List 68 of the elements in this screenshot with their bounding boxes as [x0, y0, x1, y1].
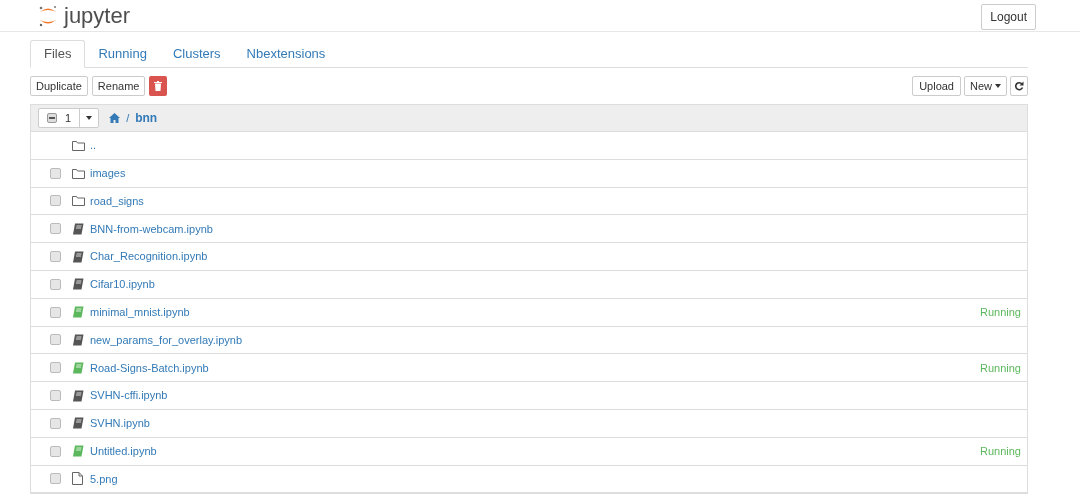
- file-row[interactable]: Cifar10.ipynb: [31, 271, 1027, 299]
- file-row[interactable]: road_signs: [31, 187, 1027, 216]
- checkbox[interactable]: [50, 251, 61, 263]
- tab[interactable]: Clusters: [159, 40, 234, 68]
- checkbox[interactable]: [50, 473, 61, 485]
- refresh-icon: [1014, 81, 1024, 91]
- breadcrumb-link[interactable]: bnn: [135, 109, 158, 127]
- checkbox[interactable]: [50, 195, 61, 207]
- file-row[interactable]: 5.png: [31, 465, 1027, 494]
- checkbox[interactable]: [50, 362, 61, 374]
- file-row[interactable]: minimal_mnist.ipynb Running: [31, 298, 1027, 327]
- running-status: Running: [980, 443, 1021, 459]
- checkbox[interactable]: [50, 390, 61, 402]
- file-icon: [72, 472, 83, 486]
- checkbox[interactable]: [50, 223, 61, 235]
- checkbox[interactable]: [50, 334, 61, 346]
- caret-icon: [86, 116, 93, 120]
- file-name[interactable]: road_signs: [90, 192, 144, 210]
- delete-button[interactable]: [149, 76, 168, 96]
- file-row[interactable]: Char_Recognition.ipynb: [31, 243, 1027, 271]
- checkbox[interactable]: [50, 445, 61, 457]
- logo-icon: [38, 4, 58, 27]
- upload-button[interactable]: Upload: [912, 76, 961, 96]
- logout-button[interactable]: Logout: [981, 3, 1036, 30]
- file-row[interactable]: new_params_for_overlay.ipynb: [31, 326, 1027, 355]
- file-name[interactable]: new_params_for_overlay.ipynb: [90, 331, 243, 349]
- selected-count: 1: [65, 110, 72, 126]
- folder-icon: [72, 167, 85, 179]
- tab[interactable]: Running: [85, 40, 160, 68]
- breadcrumb-separator: /: [126, 110, 130, 126]
- caret-icon: [995, 84, 1001, 88]
- file-row[interactable]: Untitled.ipynb Running: [31, 437, 1027, 466]
- file-name[interactable]: Untitled.ipynb: [90, 442, 157, 460]
- tab[interactable]: Files: [30, 40, 86, 68]
- folder-icon: [72, 139, 85, 151]
- file-name[interactable]: images: [90, 164, 126, 182]
- checkbox[interactable]: [50, 167, 61, 179]
- new-dropdown[interactable]: New: [964, 76, 1007, 96]
- file-name[interactable]: BNN-from-webcam.ipynb: [90, 220, 213, 238]
- tab[interactable]: Nbextensions: [233, 40, 339, 68]
- file-name[interactable]: Road-Signs-Batch.ipynb: [90, 359, 209, 376]
- file-name[interactable]: SVHN-cffi.ipynb: [90, 387, 168, 404]
- file-name[interactable]: minimal_mnist.ipynb: [90, 303, 190, 321]
- trash-icon: [154, 81, 163, 91]
- checkbox[interactable]: [50, 306, 61, 318]
- file-row[interactable]: SVHN-cffi.ipynb: [31, 382, 1027, 410]
- file-row[interactable]: Road-Signs-Batch.ipynb Running: [31, 354, 1027, 383]
- running-status: Running: [980, 304, 1021, 320]
- file-name[interactable]: ..: [90, 137, 97, 154]
- checkbox[interactable]: [50, 417, 61, 429]
- home-icon[interactable]: [109, 113, 121, 123]
- file-name[interactable]: Char_Recognition.ipynb: [90, 248, 208, 265]
- file-name[interactable]: Cifar10.ipynb: [90, 276, 155, 293]
- select-all-checkbox[interactable]: [47, 113, 57, 123]
- file-row[interactable]: SVHN.ipynb: [31, 409, 1027, 438]
- file-name[interactable]: SVHN.ipynb: [90, 415, 150, 432]
- jupyter-logo[interactable]: jupyter: [38, 4, 131, 27]
- folder-icon: [72, 195, 85, 207]
- file-row[interactable]: images: [31, 159, 1027, 188]
- file-name[interactable]: 5.png: [90, 470, 118, 488]
- select-dropdown[interactable]: 1: [38, 108, 100, 128]
- toolbar-button[interactable]: Rename: [91, 76, 146, 96]
- file-row[interactable]: ..: [31, 132, 1027, 160]
- running-status: Running: [980, 360, 1021, 376]
- refresh-button[interactable]: [1010, 76, 1028, 96]
- checkbox[interactable]: [50, 278, 61, 290]
- file-row[interactable]: BNN-from-webcam.ipynb: [31, 215, 1027, 244]
- toolbar-button[interactable]: Duplicate: [30, 76, 88, 96]
